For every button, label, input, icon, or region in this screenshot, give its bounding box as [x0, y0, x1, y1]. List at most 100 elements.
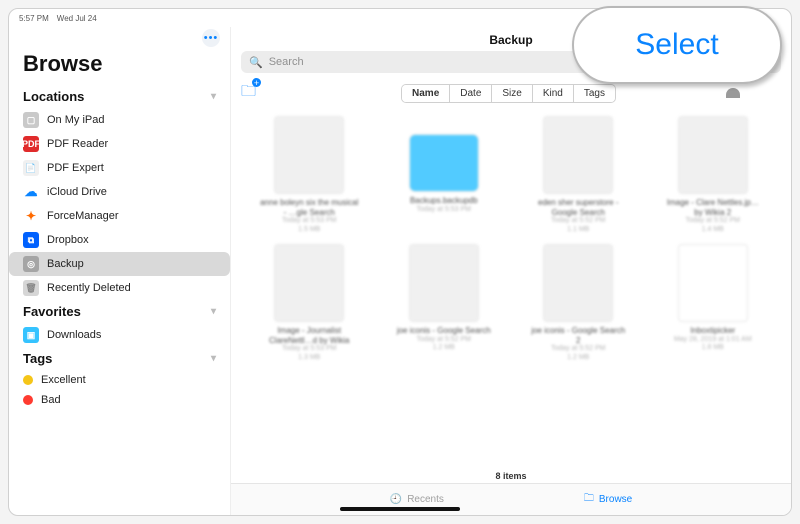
tab-label: Browse: [599, 494, 632, 505]
file-date: May 28, 2019 at 1:01 AM: [674, 336, 752, 344]
section-favorites[interactable]: Favorites ▾: [9, 300, 230, 323]
dropbox-icon: ⧉: [23, 232, 39, 248]
sidebar-item-label: On My iPad: [47, 114, 104, 126]
tag-dot-icon: [23, 375, 33, 385]
file-item[interactable]: joe iconis - Google Search 2Today at 5:5…: [518, 244, 639, 362]
disk-icon: ◎: [23, 256, 39, 272]
file-thumbnail: [274, 116, 344, 194]
section-label: Tags: [23, 351, 52, 366]
file-thumbnail: [409, 244, 479, 322]
sidebar-item-label: Backup: [47, 258, 84, 270]
sidebar-title: Browse: [9, 51, 230, 85]
status-time: 5:57 PM: [19, 14, 49, 23]
trash-icon: 🗑: [23, 280, 39, 296]
clock-icon: 🕘: [390, 494, 402, 505]
section-locations[interactable]: Locations ▾: [9, 85, 230, 108]
folder-icon: ▣: [23, 327, 39, 343]
pdf-reader-icon: PDF: [23, 136, 39, 152]
new-folder-button[interactable]: 🗀+: [241, 81, 256, 106]
sidebar-item-icloud-drive[interactable]: ☁︎ iCloud Drive: [9, 180, 230, 204]
sort-kind[interactable]: Kind: [533, 85, 574, 102]
cloud-icon: ☁︎: [23, 184, 39, 200]
sidebar-item-dropbox[interactable]: ⧉ Dropbox: [9, 228, 230, 252]
sort-date[interactable]: Date: [450, 85, 492, 102]
file-thumbnail: [274, 244, 344, 322]
sort-name[interactable]: Name: [402, 85, 450, 102]
sidebar-item-pdf-expert[interactable]: 📄 PDF Expert: [9, 156, 230, 180]
select-button[interactable]: Select: [635, 28, 718, 62]
section-label: Locations: [23, 89, 84, 104]
file-name: Inboxtipicker: [690, 326, 735, 336]
file-name: eden sher superstore - Google Search: [528, 198, 628, 217]
folder-icon: [409, 134, 479, 192]
file-name: Image - Journalist ClareNettl…d by Wikia: [259, 326, 359, 345]
tab-browse[interactable]: 🗀 Browse: [584, 491, 632, 508]
sidebar-item-label: Excellent: [41, 374, 86, 386]
file-thumbnail: [678, 244, 748, 322]
file-item[interactable]: InboxtipickerMay 28, 2019 at 1:01 AM1.8 …: [653, 244, 774, 362]
forcemanager-icon: ✦: [23, 208, 39, 224]
view-knob: [726, 88, 740, 98]
file-date: Today at 5:52 PM: [417, 336, 471, 344]
sidebar-item-label: Dropbox: [47, 234, 89, 246]
more-options-button[interactable]: •••: [202, 29, 220, 47]
file-item[interactable]: eden sher superstore - Google SearchToda…: [518, 116, 639, 234]
sidebar-tag-bad[interactable]: Bad: [9, 390, 230, 410]
tag-dot-icon: [23, 395, 33, 405]
file-date: Today at 5:52 PM: [551, 217, 605, 225]
sort-segmented-control[interactable]: Name Date Size Kind Tags: [401, 84, 616, 103]
chevron-down-icon: ▾: [211, 91, 216, 102]
sidebar-item-label: PDF Reader: [47, 138, 108, 150]
file-item[interactable]: anne boleyn six the musical - …gle Searc…: [249, 116, 370, 234]
ipad-icon: ▢: [23, 112, 39, 128]
chevron-down-icon: ▾: [211, 306, 216, 317]
home-indicator[interactable]: [340, 507, 460, 511]
file-size: 1.5 MB: [298, 226, 320, 234]
search-placeholder: Search: [269, 56, 304, 68]
sidebar-item-label: iCloud Drive: [47, 186, 107, 198]
file-thumbnail: [543, 116, 613, 194]
tab-bar: 🕘 Recents 🗀 Browse: [231, 483, 791, 515]
tab-recents[interactable]: 🕘 Recents: [390, 494, 444, 505]
file-name: joe iconis - Google Search: [397, 326, 491, 336]
sort-tags[interactable]: Tags: [574, 85, 615, 102]
file-name: anne boleyn six the musical - …gle Searc…: [259, 198, 359, 217]
file-item[interactable]: joe iconis - Google SearchToday at 5:52 …: [384, 244, 505, 362]
sidebar-item-forcemanager[interactable]: ✦ ForceManager: [9, 204, 230, 228]
pdf-expert-icon: 📄: [23, 160, 39, 176]
status-date: Wed Jul 24: [57, 14, 97, 23]
file-thumbnail: [543, 244, 613, 322]
file-size: 1.2 MB: [433, 344, 455, 352]
sidebar: ••• Browse Locations ▾ ▢ On My iPad PDF …: [9, 27, 231, 515]
sidebar-item-label: Downloads: [47, 329, 101, 341]
sidebar-tag-excellent[interactable]: Excellent: [9, 370, 230, 390]
content-area: Backup 🔍 Search 🗀+ Name Date Size Kind T…: [231, 27, 791, 515]
sidebar-item-downloads[interactable]: ▣ Downloads: [9, 323, 230, 347]
sidebar-item-label: ForceManager: [47, 210, 119, 222]
sidebar-item-pdf-reader[interactable]: PDF PDF Reader: [9, 132, 230, 156]
file-item[interactable]: Backups.backupdbToday at 5:53 PM: [384, 116, 505, 234]
search-icon: 🔍: [249, 56, 263, 69]
file-name: Backups.backupdb: [410, 196, 478, 206]
file-item[interactable]: Image - Journalist ClareNettl…d by Wikia…: [249, 244, 370, 362]
file-size: 1.2 MB: [567, 354, 589, 362]
select-callout[interactable]: Select: [572, 6, 782, 84]
file-size: 1.4 MB: [702, 226, 724, 234]
file-name: joe iconis - Google Search 2: [528, 326, 628, 345]
section-tags[interactable]: Tags ▾: [9, 347, 230, 370]
file-thumbnail: [678, 116, 748, 194]
file-date: Today at 5:53 PM: [282, 345, 336, 353]
folder-icon: 🗀: [584, 491, 594, 508]
sidebar-item-label: Recently Deleted: [47, 282, 131, 294]
file-item[interactable]: Image - Clare Nettles.jp…by Wikia 2Today…: [653, 116, 774, 234]
sidebar-item-backup[interactable]: ◎ Backup: [9, 252, 230, 276]
sidebar-item-on-my-ipad[interactable]: ▢ On My iPad: [9, 108, 230, 132]
sidebar-item-recently-deleted[interactable]: 🗑 Recently Deleted: [9, 276, 230, 300]
file-size: 1.1 MB: [567, 226, 589, 234]
file-date: Today at 5:52 PM: [551, 345, 605, 353]
file-size: 1.8 MB: [702, 344, 724, 352]
sort-size[interactable]: Size: [492, 85, 532, 102]
file-grid: anne boleyn six the musical - …gle Searc…: [231, 110, 791, 467]
file-date: Today at 5:53 PM: [417, 206, 471, 214]
sidebar-item-label: PDF Expert: [47, 162, 104, 174]
